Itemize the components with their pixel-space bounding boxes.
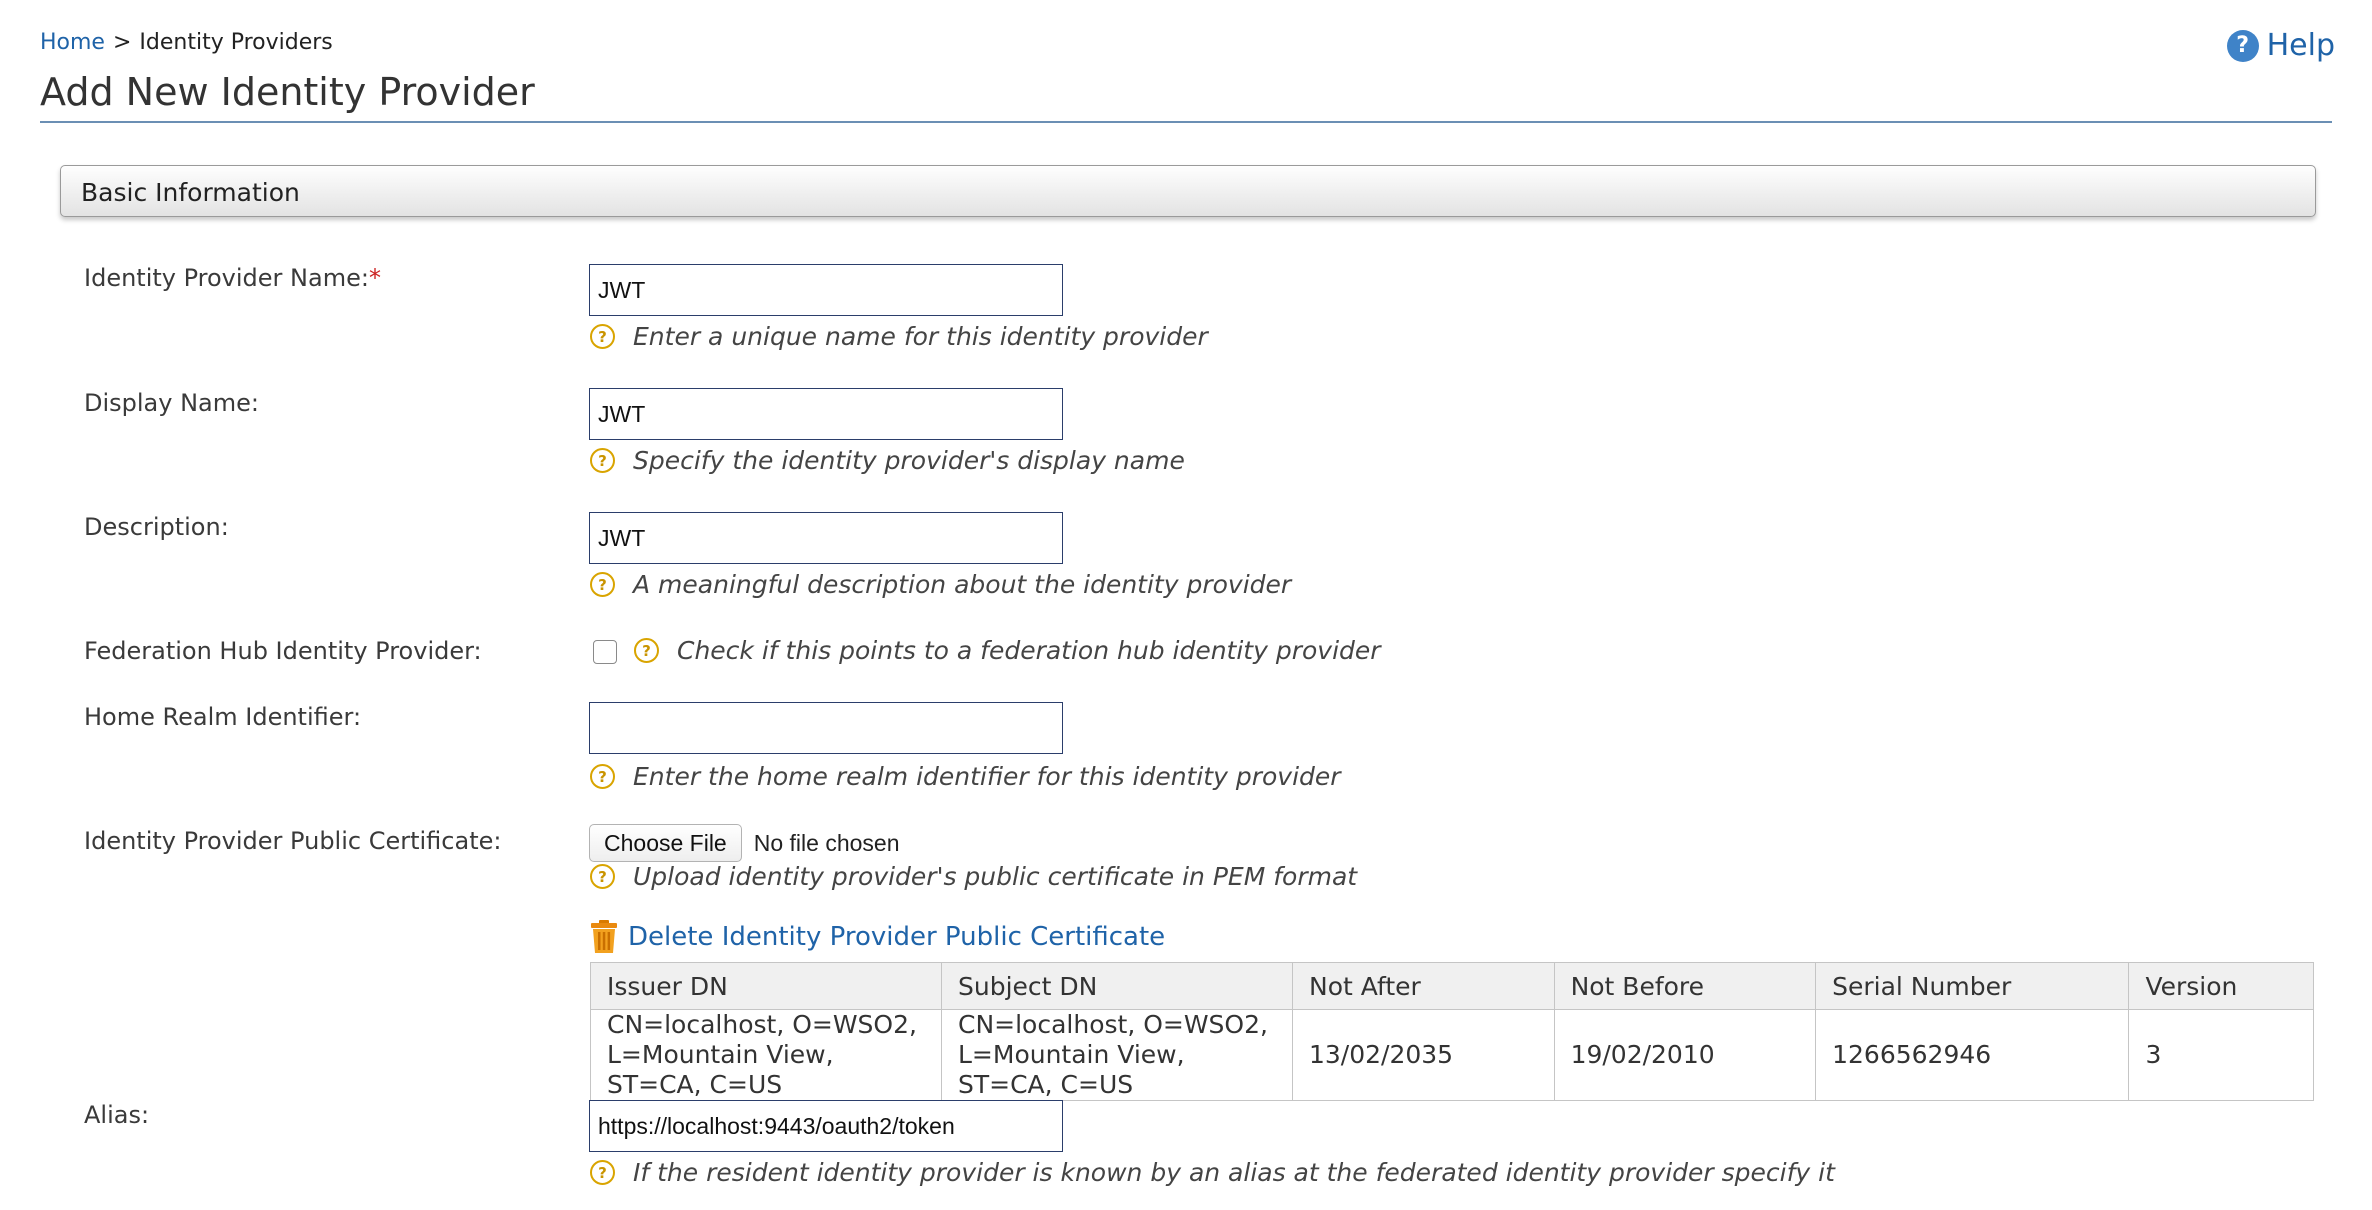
help-hint-icon: ? bbox=[590, 764, 615, 789]
help-hint-icon: ? bbox=[590, 324, 615, 349]
alias-hint-text: If the resident identity provider is kno… bbox=[633, 1158, 1835, 1187]
help-hint-icon: ? bbox=[590, 1160, 615, 1185]
idp-name-label: Identity Provider Name:* bbox=[84, 264, 381, 292]
required-marker: * bbox=[368, 264, 381, 292]
table-row: CN=localhost, O=WSO2, L=Mountain View, S… bbox=[590, 1009, 2314, 1101]
cell-serial-number: 1266562946 bbox=[1815, 1009, 2130, 1101]
display-name-hint-text: Specify the identity provider's display … bbox=[633, 446, 1185, 475]
certificate-table: Issuer DN Subject DN Not After Not Befor… bbox=[590, 962, 2314, 1101]
help-hint-icon: ? bbox=[590, 572, 615, 597]
display-name-input[interactable] bbox=[589, 388, 1063, 440]
column-header-not-after: Not After bbox=[1292, 962, 1555, 1010]
help-hint-icon: ? bbox=[590, 448, 615, 473]
delete-certificate-label: Delete Identity Provider Public Certific… bbox=[628, 922, 1166, 952]
file-status-text: No file chosen bbox=[753, 829, 900, 856]
description-label: Description: bbox=[84, 513, 229, 541]
alias-hint: ? If the resident identity provider is k… bbox=[590, 1158, 1835, 1187]
help-label: Help bbox=[2266, 28, 2335, 63]
cell-version: 3 bbox=[2128, 1009, 2314, 1101]
column-header-serial-number: Serial Number bbox=[1815, 962, 2130, 1010]
home-realm-input[interactable] bbox=[589, 702, 1063, 754]
cell-subject-dn: CN=localhost, O=WSO2, L=Mountain View, S… bbox=[941, 1009, 1293, 1101]
public-cert-hint-text: Upload identity provider's public certif… bbox=[633, 862, 1358, 891]
federation-hub-checkbox[interactable] bbox=[593, 640, 617, 664]
alias-label: Alias: bbox=[84, 1101, 150, 1129]
section-title: Basic Information bbox=[81, 178, 300, 207]
home-realm-label: Home Realm Identifier: bbox=[84, 703, 362, 731]
cell-issuer-dn: CN=localhost, O=WSO2, L=Mountain View, S… bbox=[590, 1009, 942, 1101]
cell-not-after: 13/02/2035 bbox=[1292, 1009, 1555, 1101]
trash-icon bbox=[591, 920, 617, 953]
breadcrumb: Home > Identity Providers bbox=[40, 30, 333, 55]
idp-name-hint-text: Enter a unique name for this identity pr… bbox=[633, 322, 1208, 351]
public-cert-file-input: Choose File No file chosen bbox=[589, 824, 899, 862]
column-header-version: Version bbox=[2128, 962, 2314, 1010]
delete-certificate-link[interactable]: Delete Identity Provider Public Certific… bbox=[590, 920, 1165, 954]
table-header-row: Issuer DN Subject DN Not After Not Befor… bbox=[590, 962, 2314, 1010]
column-header-issuer-dn: Issuer DN bbox=[590, 962, 942, 1010]
alias-input[interactable] bbox=[589, 1100, 1063, 1152]
column-header-not-before: Not Before bbox=[1553, 962, 1817, 1010]
federation-hub-hint: ? Check if this points to a federation h… bbox=[634, 636, 1381, 665]
title-divider bbox=[40, 121, 2332, 123]
help-icon: ? bbox=[2226, 29, 2259, 62]
federation-hub-label: Federation Hub Identity Provider: bbox=[84, 637, 482, 665]
cell-not-before: 19/02/2010 bbox=[1553, 1009, 1817, 1101]
breadcrumb-separator: > bbox=[112, 30, 132, 55]
help-hint-icon: ? bbox=[590, 864, 615, 889]
description-hint-text: A meaningful description about the ident… bbox=[633, 570, 1292, 599]
breadcrumb-current: Identity Providers bbox=[139, 30, 333, 55]
column-header-subject-dn: Subject DN bbox=[941, 962, 1293, 1010]
page-title: Add New Identity Provider bbox=[40, 70, 535, 114]
choose-file-button[interactable]: Choose File bbox=[589, 824, 742, 862]
display-name-label: Display Name: bbox=[84, 389, 259, 417]
basic-information-section-header[interactable]: Basic Information bbox=[60, 165, 2316, 217]
idp-name-input[interactable] bbox=[589, 264, 1063, 316]
description-hint: ? A meaningful description about the ide… bbox=[590, 570, 1291, 599]
public-cert-hint: ? Upload identity provider's public cert… bbox=[590, 862, 1357, 891]
public-cert-label: Identity Provider Public Certificate: bbox=[84, 827, 502, 855]
help-hint-icon: ? bbox=[634, 638, 659, 663]
breadcrumb-home-link[interactable]: Home bbox=[40, 30, 105, 55]
help-link[interactable]: ? Help bbox=[2226, 28, 2335, 63]
description-input[interactable] bbox=[589, 512, 1063, 564]
federation-hub-hint-text: Check if this points to a federation hub… bbox=[677, 636, 1381, 665]
page: Home > Identity Providers ? Help Add New I… bbox=[0, 0, 2372, 1210]
home-realm-hint: ? Enter the home realm identifier for th… bbox=[590, 762, 1341, 791]
home-realm-hint-text: Enter the home realm identifier for this… bbox=[633, 762, 1341, 791]
display-name-hint: ? Specify the identity provider's displa… bbox=[590, 446, 1185, 475]
idp-name-hint: ? Enter a unique name for this identity … bbox=[590, 322, 1208, 351]
